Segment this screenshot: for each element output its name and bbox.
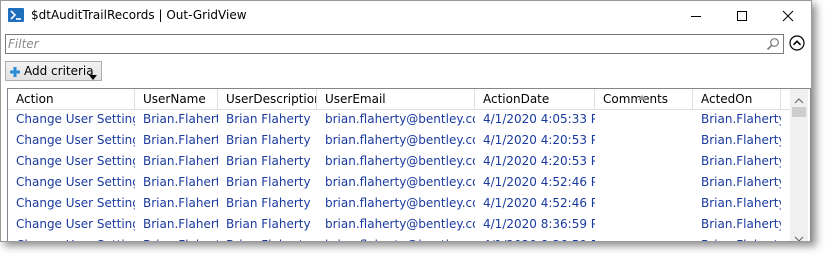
table-row[interactable]: Change User SettingsBrian.FlahertyBrian …	[8, 235, 790, 241]
chevron-up-icon	[789, 35, 805, 51]
powershell-icon	[8, 8, 24, 22]
cell-useremail[interactable]: brian.flaherty@bentley.com	[317, 172, 475, 193]
close-icon	[782, 10, 794, 22]
cell-userdescription[interactable]: Brian Flaherty	[218, 193, 317, 214]
cell-action[interactable]: Change User Settings	[8, 193, 135, 214]
cell-actiondate[interactable]: 4/1/2020 8:36:59 PM	[475, 235, 595, 241]
out-gridview-window: $dtAuditTrailRecords | Out-GridView Filt…	[0, 0, 812, 242]
cell-action[interactable]: Change User Settings	[8, 130, 135, 151]
collapse-filter-button[interactable]	[789, 35, 805, 51]
sort-ascending-icon	[638, 89, 646, 100]
cell-action[interactable]: Change User Settings	[8, 151, 135, 172]
maximize-icon	[737, 11, 747, 21]
column-header-username[interactable]: UserName	[135, 89, 218, 109]
column-header-useremail[interactable]: UserEmail	[317, 89, 475, 109]
minimize-button[interactable]	[673, 1, 719, 31]
add-criteria-button[interactable]: Add criteria	[5, 61, 102, 81]
filter-field[interactable]	[5, 34, 784, 54]
cell-actedon[interactable]: Brian.Flaherty	[693, 130, 781, 151]
cell-username[interactable]: Brian.Flaherty	[135, 214, 218, 235]
cell-username[interactable]: Brian.Flaherty	[135, 151, 218, 172]
table-row[interactable]: Change User SettingsBrian.FlahertyBrian …	[8, 109, 790, 130]
cell-actiondate[interactable]: 4/1/2020 4:20:53 PM	[475, 151, 595, 172]
search-icon[interactable]	[766, 37, 780, 51]
cell-useremail[interactable]: brian.flaherty@bentley.com	[317, 151, 475, 172]
cell-useremail[interactable]: brian.flaherty@bentley.com	[317, 109, 475, 130]
maximize-button[interactable]	[719, 1, 765, 31]
cell-action[interactable]: Change User Settings	[8, 235, 135, 241]
cell-action[interactable]: Change User Settings	[8, 109, 135, 130]
cell-comments[interactable]	[595, 235, 693, 241]
close-button[interactable]	[765, 1, 811, 31]
cell-actiondate[interactable]: 4/1/2020 4:52:46 PM	[475, 193, 595, 214]
cell-actedon[interactable]: Brian.Flaherty	[693, 214, 781, 235]
cell-useremail[interactable]: brian.flaherty@bentley.com	[317, 214, 475, 235]
data-grid[interactable]: Action UserName UserDescription UserEmai…	[7, 88, 811, 241]
cell-action[interactable]: Change User Settings	[8, 214, 135, 235]
cell-useremail[interactable]: brian.flaherty@bentley.com	[317, 235, 475, 241]
caret-down-icon	[89, 69, 97, 80]
cell-userdescription[interactable]: Brian Flaherty	[218, 172, 317, 193]
cell-username[interactable]: Brian.Flaherty	[135, 235, 218, 241]
cell-actedon[interactable]: Brian.Flaherty	[693, 109, 781, 130]
cell-actedon[interactable]: Brian.Flaherty	[693, 193, 781, 214]
cell-actiondate[interactable]: 4/1/2020 4:05:33 PM	[475, 109, 595, 130]
cell-userdescription[interactable]: Brian Flaherty	[218, 151, 317, 172]
cell-comments[interactable]	[595, 130, 693, 151]
cell-userdescription[interactable]: Brian Flaherty	[218, 235, 317, 241]
column-header-actiondate[interactable]: ActionDate	[475, 89, 595, 109]
cell-userdescription[interactable]: Brian Flaherty	[218, 130, 317, 151]
scroll-down-icon[interactable]	[794, 231, 804, 241]
cell-comments[interactable]	[595, 109, 693, 130]
cell-actiondate[interactable]: 4/1/2020 8:36:59 PM	[475, 214, 595, 235]
filter-input[interactable]	[8, 35, 758, 53]
column-header-actedon[interactable]: ActedOn	[693, 89, 781, 109]
cell-actedon[interactable]: Brian.Flaherty	[693, 235, 781, 241]
cell-comments[interactable]	[595, 151, 693, 172]
table-row[interactable]: Change User SettingsBrian.FlahertyBrian …	[8, 214, 790, 235]
cell-username[interactable]: Brian.Flaherty	[135, 193, 218, 214]
cell-useremail[interactable]: brian.flaherty@bentley.com	[317, 130, 475, 151]
plus-icon	[10, 66, 20, 77]
table-row[interactable]: Change User SettingsBrian.FlahertyBrian …	[8, 151, 790, 172]
cell-actiondate[interactable]: 4/1/2020 4:20:53 PM	[475, 130, 595, 151]
cell-comments[interactable]	[595, 214, 693, 235]
title-bar[interactable]: $dtAuditTrailRecords | Out-GridView	[1, 1, 811, 31]
grid-header: Action UserName UserDescription UserEmai…	[8, 89, 790, 110]
scrollbar-thumb[interactable]	[792, 107, 806, 117]
cell-actedon[interactable]: Brian.Flaherty	[693, 151, 781, 172]
vertical-scrollbar[interactable]	[790, 89, 808, 241]
table-row[interactable]: Change User SettingsBrian.FlahertyBrian …	[8, 130, 790, 151]
scroll-up-icon[interactable]	[794, 93, 804, 107]
column-header-action[interactable]: Action	[8, 89, 135, 109]
cell-username[interactable]: Brian.Flaherty	[135, 130, 218, 151]
cell-useremail[interactable]: brian.flaherty@bentley.com	[317, 193, 475, 214]
cell-actiondate[interactable]: 4/1/2020 4:52:46 PM	[475, 172, 595, 193]
cell-action[interactable]: Change User Settings	[8, 172, 135, 193]
cell-username[interactable]: Brian.Flaherty	[135, 109, 218, 130]
table-row[interactable]: Change User SettingsBrian.FlahertyBrian …	[8, 193, 790, 214]
cell-comments[interactable]	[595, 172, 693, 193]
window-title: $dtAuditTrailRecords | Out-GridView	[31, 8, 247, 22]
minimize-icon	[691, 16, 701, 17]
cell-actedon[interactable]: Brian.Flaherty	[693, 172, 781, 193]
cell-userdescription[interactable]: Brian Flaherty	[218, 109, 317, 130]
column-header-userdescription[interactable]: UserDescription	[218, 89, 317, 109]
cell-username[interactable]: Brian.Flaherty	[135, 172, 218, 193]
table-row[interactable]: Change User SettingsBrian.FlahertyBrian …	[8, 172, 790, 193]
add-criteria-label: Add criteria	[24, 64, 94, 78]
cell-userdescription[interactable]: Brian Flaherty	[218, 214, 317, 235]
cell-comments[interactable]	[595, 193, 693, 214]
